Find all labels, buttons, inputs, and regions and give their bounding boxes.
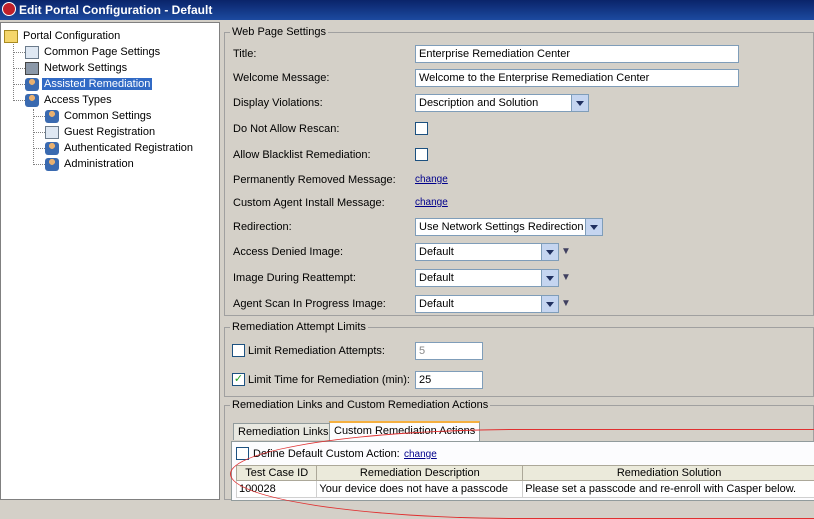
tree-guide-line: [13, 52, 25, 53]
perm-removed-label: Permanently Removed Message:: [233, 174, 396, 186]
column-header-description[interactable]: Remediation Description: [317, 466, 523, 481]
blacklist-remediation-checkbox[interactable]: [415, 148, 428, 161]
chevron-down-icon[interactable]: [541, 270, 558, 286]
group-legend: Remediation Attempt Limits: [230, 321, 368, 333]
blacklist-remediation-label: Allow Blacklist Remediation:: [233, 149, 371, 161]
admin-icon: [45, 158, 59, 171]
window-title: Edit Portal Configuration - Default: [19, 3, 212, 17]
window-titlebar: Edit Portal Configuration - Default: [0, 0, 814, 20]
config-folder-icon: [4, 30, 18, 43]
custom-agent-change-link[interactable]: change: [415, 197, 448, 208]
tree-guide-line: [33, 116, 45, 117]
tree-guide-line: [13, 68, 25, 69]
tab-remediation-links[interactable]: Remediation Links: [233, 423, 334, 440]
settings-panel: Web Page Settings Title: Enterprise Reme…: [222, 22, 814, 500]
column-header-test-case-id[interactable]: Test Case ID: [237, 466, 317, 481]
users-icon: [45, 110, 59, 123]
chevron-down-icon[interactable]: [541, 296, 558, 312]
define-default-change-link[interactable]: change: [404, 449, 437, 460]
page-settings-icon: [25, 46, 39, 59]
web-page-settings-group: Web Page Settings Title: Enterprise Reme…: [224, 32, 814, 316]
group-legend: Web Page Settings: [230, 26, 328, 38]
display-violations-label: Display Violations:: [233, 97, 323, 109]
tree-item-common-settings[interactable]: Common Settings: [45, 108, 153, 124]
tree-guide-line: [33, 148, 45, 149]
users-icon: [25, 94, 39, 107]
chevron-down-icon[interactable]: [571, 95, 588, 111]
perm-removed-change-link[interactable]: change: [415, 174, 448, 185]
reattempt-image-label: Image During Reattempt:: [233, 272, 356, 284]
limit-attempts-label: Limit Remediation Attempts:: [248, 345, 385, 357]
filter-icon[interactable]: ▼: [561, 298, 571, 309]
column-header-solution[interactable]: Remediation Solution: [523, 466, 814, 481]
tree-item-access-types[interactable]: Access Types: [25, 92, 114, 108]
limit-attempts-field[interactable]: 5: [415, 342, 483, 360]
table-row[interactable]: 100028 Your device does not have a passc…: [237, 481, 814, 498]
no-rescan-label: Do Not Allow Rescan:: [233, 123, 339, 135]
redirection-label: Redirection:: [233, 221, 292, 233]
tree-item-assisted-remediation[interactable]: Assisted Remediation: [25, 76, 152, 92]
tab-bar: Remediation Links Custom Remediation Act…: [233, 423, 814, 441]
table-header-row: Test Case ID Remediation Description Rem…: [237, 466, 814, 481]
tree-guide-line: [13, 100, 25, 101]
no-rescan-checkbox[interactable]: [415, 122, 428, 135]
tab-custom-remediation-actions[interactable]: Custom Remediation Actions: [329, 421, 480, 441]
links-actions-group: Remediation Links and Custom Remediation…: [224, 405, 814, 500]
define-default-label: Define Default Custom Action:: [253, 448, 400, 460]
filter-icon[interactable]: ▼: [561, 272, 571, 283]
scan-progress-image-select[interactable]: Default: [415, 295, 559, 313]
limit-attempts-checkbox[interactable]: [232, 344, 245, 357]
custom-agent-label: Custom Agent Install Message:: [233, 197, 385, 209]
title-label: Title:: [233, 48, 256, 60]
redirection-select[interactable]: Use Network Settings Redirection: [415, 218, 603, 236]
tree-item-common-page-settings[interactable]: Common Page Settings: [25, 44, 162, 60]
filter-icon[interactable]: ▼: [561, 246, 571, 257]
tree-guide-line: [13, 41, 14, 101]
reattempt-image-select[interactable]: Default: [415, 269, 559, 287]
limit-time-label: Limit Time for Remediation (min):: [248, 374, 410, 386]
guest-icon: [45, 126, 59, 139]
remediation-icon: [25, 78, 39, 91]
network-icon: [25, 62, 39, 75]
chevron-down-icon[interactable]: [541, 244, 558, 260]
tab-content: Define Default Custom Action: change Tes…: [231, 441, 814, 501]
welcome-message-field[interactable]: Welcome to the Enterprise Remediation Ce…: [415, 69, 739, 87]
access-denied-image-label: Access Denied Image:: [233, 246, 343, 258]
group-legend: Remediation Links and Custom Remediation…: [230, 399, 490, 411]
tree-guide-line: [33, 132, 45, 133]
define-default-checkbox[interactable]: [236, 447, 249, 460]
limit-time-field[interactable]: 25: [415, 371, 483, 389]
access-denied-image-select[interactable]: Default: [415, 243, 559, 261]
navigation-tree[interactable]: Portal Configuration Common Page Setting…: [0, 22, 220, 500]
tree-item-guest-registration[interactable]: Guest Registration: [45, 124, 157, 140]
app-icon: [2, 2, 16, 16]
scan-progress-image-label: Agent Scan In Progress Image:: [233, 298, 386, 310]
tree-item-network-settings[interactable]: Network Settings: [25, 60, 129, 76]
cell-description: Your device does not have a passcode: [317, 481, 523, 498]
tree-item-administration[interactable]: Administration: [45, 156, 136, 172]
chevron-down-icon[interactable]: [585, 219, 602, 235]
attempt-limits-group: Remediation Attempt Limits Limit Remedia…: [224, 327, 814, 397]
limit-time-checkbox[interactable]: ✓: [232, 373, 245, 386]
custom-actions-table[interactable]: Test Case ID Remediation Description Rem…: [236, 465, 814, 498]
display-violations-select[interactable]: Description and Solution: [415, 94, 589, 112]
cell-test-case-id: 100028: [237, 481, 317, 498]
welcome-message-label: Welcome Message:: [233, 72, 329, 84]
tree-item-authenticated-registration[interactable]: Authenticated Registration: [45, 140, 195, 156]
tree-root[interactable]: Portal Configuration: [4, 28, 122, 44]
tree-guide-line: [33, 164, 45, 165]
tree-guide-line: [33, 109, 34, 165]
cell-solution: Please set a passcode and re-enroll with…: [523, 481, 814, 498]
tree-guide-line: [13, 84, 25, 85]
user-key-icon: [45, 142, 59, 155]
title-field[interactable]: Enterprise Remediation Center: [415, 45, 739, 63]
